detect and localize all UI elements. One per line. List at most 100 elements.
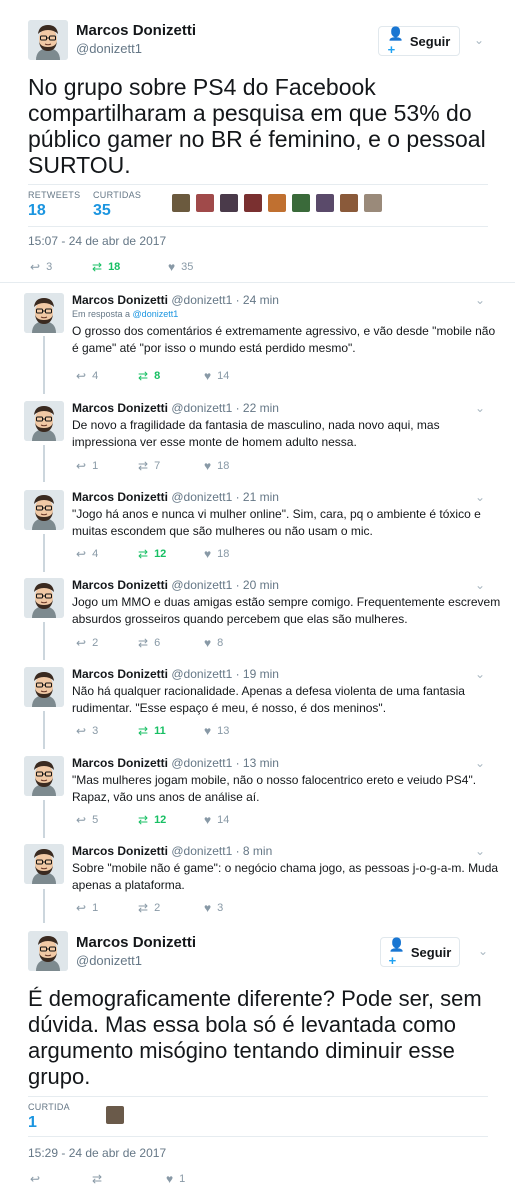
- reply-count: 3: [46, 261, 53, 273]
- reply-action[interactable]: ↩ 4: [76, 369, 138, 383]
- retweet-action[interactable]: ⇄ 12: [138, 547, 204, 561]
- avatar[interactable]: [24, 756, 64, 796]
- reply-action[interactable]: ↩ 1: [76, 459, 138, 473]
- author-handle[interactable]: @donizett1: [171, 293, 232, 307]
- liker-avatar[interactable]: [244, 194, 262, 212]
- retweet-action[interactable]: ⇄: [92, 1172, 166, 1186]
- retweet-icon: ⇄: [138, 369, 149, 383]
- like-action[interactable]: ♥ 1: [166, 1172, 185, 1186]
- reply-time[interactable]: · 20 min: [236, 578, 279, 592]
- like-action[interactable]: ♥ 18: [204, 459, 229, 473]
- avatar[interactable]: [24, 844, 64, 884]
- reply-action[interactable]: ↩: [30, 1172, 92, 1186]
- liker-avatar[interactable]: [316, 194, 334, 212]
- likes-stat[interactable]: CURTIDA 1: [28, 1102, 70, 1132]
- follow-button[interactable]: 👤+ Seguir: [378, 26, 460, 57]
- reply-time[interactable]: · 22 min: [236, 401, 279, 415]
- author-handle[interactable]: @donizett1: [171, 844, 232, 858]
- author-handle[interactable]: @donizett1: [171, 490, 232, 504]
- follow-label: Seguir: [409, 33, 451, 49]
- reply-icon: ↩: [76, 813, 87, 827]
- avatar[interactable]: [28, 931, 68, 971]
- author-name[interactable]: Marcos Donizetti: [76, 22, 196, 39]
- chevron-down-icon[interactable]: ⌄: [475, 844, 485, 858]
- like-count: 18: [217, 460, 230, 472]
- chevron-down-icon[interactable]: ⌄: [475, 756, 485, 770]
- reply-action[interactable]: ↩ 4: [76, 547, 138, 561]
- reply-count: 2: [92, 637, 99, 649]
- reply-time[interactable]: · 24 min: [236, 293, 279, 307]
- liker-avatar[interactable]: [364, 194, 382, 212]
- author-handle[interactable]: @donizett1: [171, 756, 232, 770]
- author-name[interactable]: Marcos Donizetti: [72, 490, 168, 504]
- reply-action[interactable]: ↩ 3: [30, 260, 92, 274]
- reply-time[interactable]: · 19 min: [236, 667, 279, 681]
- like-action[interactable]: ♥ 14: [204, 813, 229, 827]
- author-name[interactable]: Marcos Donizetti: [72, 844, 168, 858]
- liker-avatar[interactable]: [220, 194, 238, 212]
- author-name[interactable]: Marcos Donizetti: [72, 401, 168, 415]
- avatar[interactable]: [24, 293, 64, 333]
- retweet-action[interactable]: ⇄ 18: [92, 260, 168, 274]
- reply-icon: ↩: [30, 1172, 41, 1186]
- chevron-down-icon[interactable]: ⌄: [475, 667, 485, 681]
- chevron-down-icon[interactable]: ⌄: [474, 33, 484, 47]
- avatar[interactable]: [24, 490, 64, 530]
- like-action[interactable]: ♥ 13: [204, 724, 229, 738]
- avatar[interactable]: [24, 401, 64, 441]
- avatar[interactable]: [24, 667, 64, 707]
- author-handle[interactable]: @donizett1: [171, 667, 232, 681]
- tweet-text: É demograficamente diferente? Pode ser, …: [28, 986, 482, 1089]
- timestamp[interactable]: 15:29 - 24 de abr de 2017: [28, 1146, 166, 1160]
- divider: [0, 282, 515, 283]
- liker-avatar[interactable]: [196, 194, 214, 212]
- retweet-action[interactable]: ⇄ 7: [138, 459, 204, 473]
- like-action[interactable]: ♥ 14: [204, 369, 229, 383]
- author-name[interactable]: Marcos Donizetti: [72, 667, 168, 681]
- avatar[interactable]: [24, 578, 64, 618]
- retweet-action[interactable]: ⇄ 2: [138, 901, 204, 915]
- liker-avatar[interactable]: [292, 194, 310, 212]
- liker-avatar[interactable]: [106, 1106, 124, 1124]
- author-handle[interactable]: @donizett1: [171, 401, 232, 415]
- reply-action[interactable]: ↩ 3: [76, 724, 138, 738]
- like-action[interactable]: ♥ 8: [204, 636, 223, 650]
- author-name[interactable]: Marcos Donizetti: [72, 756, 168, 770]
- like-action[interactable]: ♥ 35: [168, 260, 193, 274]
- in-reply-handle[interactable]: @donizett1: [133, 309, 179, 319]
- reply-action[interactable]: ↩ 1: [76, 901, 138, 915]
- reply-header: Marcos Donizetti @donizett1 · 21 min: [72, 490, 279, 504]
- chevron-down-icon[interactable]: ⌄: [475, 401, 485, 415]
- author-handle[interactable]: @donizett1: [76, 953, 142, 968]
- author-name[interactable]: Marcos Donizetti: [76, 934, 196, 951]
- author-name[interactable]: Marcos Donizetti: [72, 578, 168, 592]
- liker-avatar[interactable]: [268, 194, 286, 212]
- reply-action[interactable]: ↩ 5: [76, 813, 138, 827]
- author-handle[interactable]: @donizett1: [171, 578, 232, 592]
- liker-avatar[interactable]: [340, 194, 358, 212]
- retweet-action[interactable]: ⇄ 6: [138, 636, 204, 650]
- retweet-action[interactable]: ⇄ 11: [138, 724, 204, 738]
- reply-time[interactable]: · 13 min: [236, 756, 279, 770]
- chevron-down-icon[interactable]: ⌄: [478, 944, 488, 958]
- chevron-down-icon[interactable]: ⌄: [475, 293, 485, 307]
- chevron-down-icon[interactable]: ⌄: [475, 490, 485, 504]
- reply-time[interactable]: · 21 min: [236, 490, 279, 504]
- timestamp[interactable]: 15:07 - 24 de abr de 2017: [28, 234, 166, 248]
- like-action[interactable]: ♥ 18: [204, 547, 229, 561]
- avatar[interactable]: [28, 20, 68, 60]
- reply-text: O grosso dos comentários é extremamente …: [72, 324, 496, 355]
- liker-avatar[interactable]: [172, 194, 190, 212]
- follow-button[interactable]: 👤+ Seguir: [380, 937, 460, 968]
- likes-stat[interactable]: CURTIDAS 35: [93, 190, 141, 220]
- author-name[interactable]: Marcos Donizetti: [72, 293, 168, 307]
- like-action[interactable]: ♥ 3: [204, 901, 223, 915]
- retweets-stat[interactable]: RETWEETS 18: [28, 190, 80, 220]
- chevron-down-icon[interactable]: ⌄: [475, 578, 485, 592]
- retweet-action[interactable]: ⇄ 8: [138, 369, 204, 383]
- tweet-text: No grupo sobre PS4 do Facebook compartil…: [28, 74, 486, 178]
- reply-action[interactable]: ↩ 2: [76, 636, 138, 650]
- retweet-action[interactable]: ⇄ 12: [138, 813, 204, 827]
- author-handle[interactable]: @donizett1: [76, 41, 142, 56]
- reply-time[interactable]: · 8 min: [236, 844, 273, 858]
